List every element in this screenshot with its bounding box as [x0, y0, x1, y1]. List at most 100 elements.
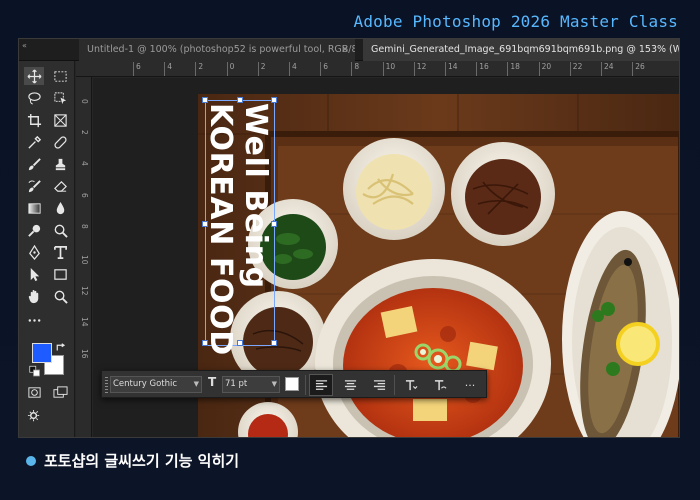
align-right-button[interactable] [367, 374, 391, 396]
foreground-color-swatch[interactable] [32, 343, 52, 363]
ruler-tick-label: 8 [80, 223, 89, 229]
crop-tool-icon[interactable] [24, 111, 44, 129]
rectangle-tool-icon[interactable] [50, 265, 70, 283]
text-line-korean-food[interactable]: KOREAN FOOD [203, 103, 238, 356]
ruler-tick-label: 6 [80, 192, 89, 198]
transform-handle[interactable] [202, 340, 208, 346]
ruler-tick-label: 0 [80, 99, 89, 104]
tools-panel [19, 61, 75, 437]
font-family-dropdown[interactable]: Century Gothic ▼ [110, 376, 202, 393]
history-brush-tool-icon[interactable] [24, 177, 44, 195]
horizontal-ruler: 6 4 2 0 2 4 6 8 10 12 14 16 18 20 22 24 26 [76, 61, 679, 77]
ruler-tick-label: 26 [632, 62, 645, 76]
gradient-tool-icon[interactable] [24, 199, 44, 217]
brush-tool-icon[interactable] [24, 155, 44, 173]
contextual-type-toolbar: Century Gothic ▼ T 71 pt ▼ ··· [101, 370, 487, 398]
default-colors-icon[interactable] [29, 365, 41, 377]
slide: Adobe Photoshop 2026 Master Class « Unti… [0, 0, 700, 500]
ruler-tick-label: 8 [351, 62, 360, 76]
swap-colors-icon[interactable] [55, 341, 67, 353]
bullet-icon [26, 455, 36, 466]
hand-tool-icon[interactable] [24, 287, 44, 305]
font-size-icon: T [208, 375, 217, 389]
ruler-tick-label: 0 [226, 62, 235, 76]
font-size-dropdown[interactable]: 71 pt ▼ [222, 376, 280, 393]
text-line-well-being[interactable]: Well Being [238, 103, 273, 289]
path-selection-tool-icon[interactable] [24, 265, 44, 283]
align-center-button[interactable] [338, 374, 362, 396]
ruler-tick-label: 2 [195, 62, 204, 76]
edit-toolbar-icon[interactable] [24, 407, 44, 425]
object-selection-tool-icon[interactable] [50, 89, 70, 107]
ruler-tick-label: 6 [133, 62, 141, 76]
ruler-tick-label: 12 [413, 62, 427, 76]
vertical-ruler: 0 2 4 6 8 10 12 14 16 [76, 77, 92, 437]
ruler-tick-label: 24 [601, 62, 614, 76]
frame-tool-icon[interactable] [50, 111, 70, 129]
zoom-tool-icon[interactable] [50, 287, 70, 305]
collapse-panels-icon[interactable]: « [22, 41, 27, 50]
transform-handle[interactable] [271, 340, 277, 346]
move-tool-icon[interactable] [24, 67, 44, 85]
transform-handle[interactable] [271, 221, 277, 227]
zoom-search-tool-icon[interactable] [50, 221, 70, 239]
ruler-tick-label: 4 [289, 62, 297, 76]
ruler-tick-label: 2 [257, 62, 266, 76]
divider [394, 375, 395, 395]
close-tab-icon[interactable]: × [341, 39, 349, 61]
more-tools-icon[interactable] [24, 311, 44, 329]
ruler-tick-label: 4 [164, 62, 172, 76]
slide-caption: 포토샵의 글씨쓰기 기능 익히기 [26, 450, 239, 471]
ruler-tick-label: 16 [476, 62, 489, 76]
tab-label: Untitled-1 @ 100% (photoshop52 is powerf… [87, 44, 355, 55]
ruler-tick-label: 6 [320, 62, 328, 76]
warp-text-button[interactable] [428, 374, 452, 396]
ruler-tick-label: 16 [80, 348, 89, 359]
chevron-down-icon: ▼ [193, 380, 199, 388]
ruler-tick-label: 10 [382, 62, 396, 76]
font-size-value: 71 pt [225, 379, 248, 389]
eyedropper-tool-icon[interactable] [24, 133, 44, 151]
transform-handle[interactable] [202, 221, 208, 227]
align-left-button[interactable] [309, 374, 333, 396]
transform-handle[interactable] [202, 97, 208, 103]
blur-tool-icon[interactable] [50, 199, 70, 217]
lasso-tool-icon[interactable] [24, 89, 44, 107]
quick-mask-icon[interactable] [24, 383, 44, 401]
transform-handle[interactable] [237, 340, 243, 346]
drag-grip-icon[interactable] [105, 377, 108, 393]
clone-stamp-tool-icon[interactable] [50, 155, 70, 173]
screen-mode-icon[interactable] [50, 383, 70, 401]
transform-handle[interactable] [271, 97, 277, 103]
tab-gemini-image[interactable]: Gemini_Generated_Image_691bqm691bqm691b.… [363, 39, 679, 61]
ruler-tick-label: 18 [507, 62, 520, 76]
caption-text: 포토샵의 글씨쓰기 기능 익히기 [44, 452, 240, 470]
ruler-tick-label: 20 [538, 62, 552, 76]
tab-untitled-1[interactable]: Untitled-1 @ 100% (photoshop52 is powerf… [79, 39, 355, 61]
ruler-tick-label: 12 [80, 286, 89, 296]
photoshop-window: « Untitled-1 @ 100% (photoshop52 is powe… [18, 38, 680, 438]
text-bounding-box[interactable]: KOREAN FOOD Well Being [202, 97, 277, 356]
ruler-tick-label: 14 [445, 62, 458, 76]
course-title: Adobe Photoshop 2026 Master Class [353, 12, 678, 31]
ruler-tick-label: 10 [80, 255, 89, 265]
tab-label: Gemini_Generated_Image_691bqm691bqm691b.… [371, 44, 679, 55]
dodge-tool-icon[interactable] [24, 221, 44, 239]
healing-brush-tool-icon[interactable] [50, 133, 70, 151]
ruler-tick-label: 2 [80, 130, 89, 135]
marquee-tool-icon[interactable] [50, 67, 70, 85]
more-options-button[interactable]: ··· [458, 374, 482, 396]
character-panel-button[interactable] [399, 374, 423, 396]
divider [305, 375, 306, 395]
ruler-tick-label: 4 [80, 161, 89, 167]
ruler-tick-label: 14 [80, 317, 89, 327]
eraser-tool-icon[interactable] [50, 177, 70, 195]
ruler-tick-label: 22 [569, 62, 583, 76]
font-family-value: Century Gothic [113, 379, 178, 389]
type-tool-icon[interactable] [50, 243, 70, 261]
transform-handle[interactable] [237, 97, 243, 103]
document-tab-bar: « Untitled-1 @ 100% (photoshop52 is powe… [19, 39, 679, 61]
chevron-down-icon: ▼ [271, 380, 277, 388]
text-color-swatch[interactable] [285, 377, 299, 391]
pen-tool-icon[interactable] [24, 243, 44, 261]
